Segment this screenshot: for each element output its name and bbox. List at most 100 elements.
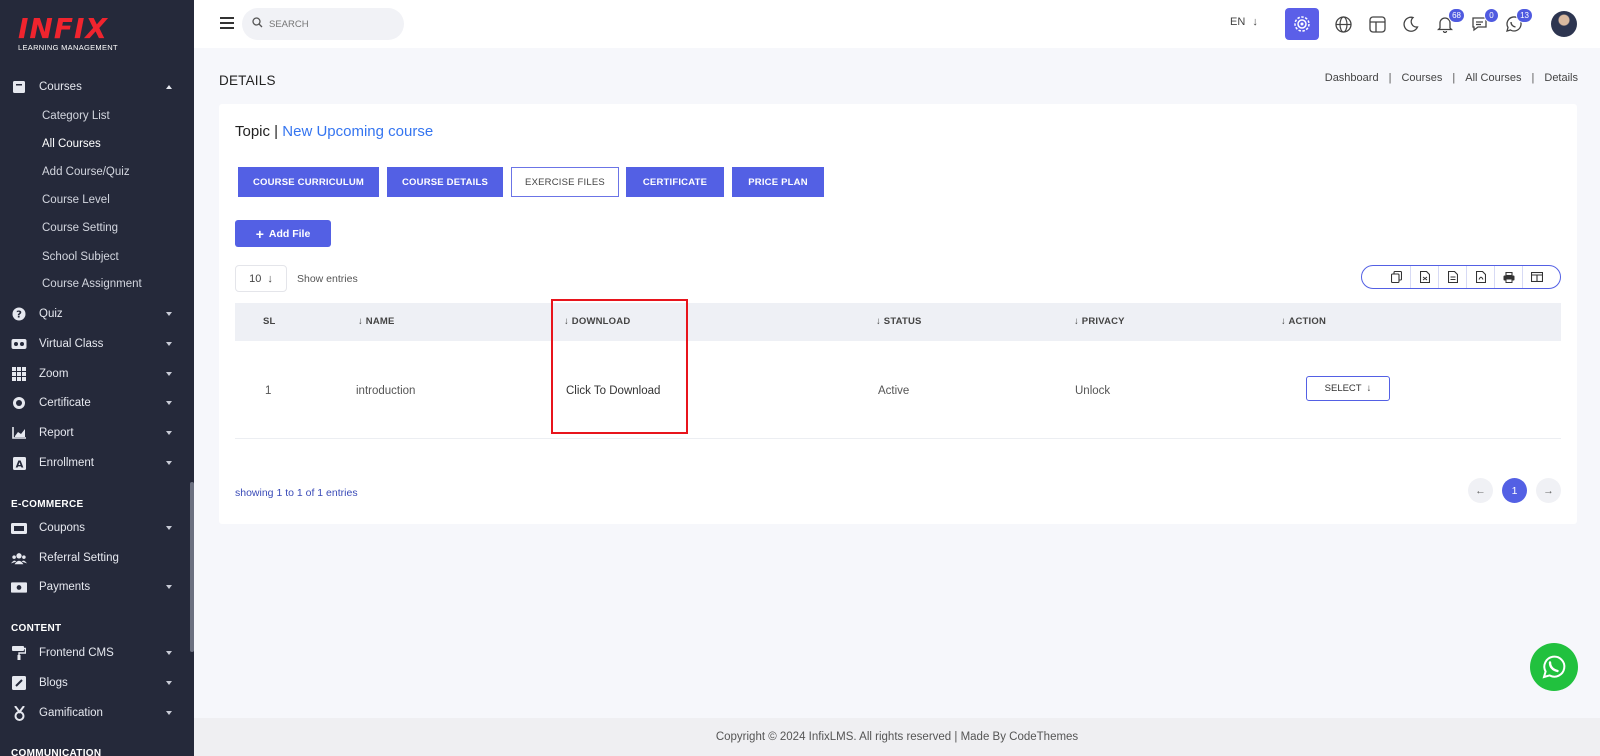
sidebar-sub-item-school-subject[interactable]: School Subject bbox=[42, 247, 119, 267]
paint-roller-icon bbox=[11, 645, 27, 661]
add-file-button[interactable]: + Add File bbox=[235, 220, 331, 247]
caret-down-icon bbox=[166, 372, 172, 376]
language-label: EN bbox=[1230, 16, 1246, 28]
excel-icon[interactable] bbox=[1438, 266, 1466, 288]
tab-course-details[interactable]: COURSE DETAILS bbox=[387, 167, 503, 197]
svg-text:A: A bbox=[15, 459, 23, 470]
section-title-communication: COMMUNICATION bbox=[11, 748, 102, 756]
export-buttons bbox=[1361, 265, 1561, 289]
sidebar-item-label: Zoom bbox=[39, 368, 69, 380]
page-title: DETAILS bbox=[219, 73, 276, 88]
whatsapp-floating-button[interactable] bbox=[1530, 643, 1578, 691]
column-header-privacy[interactable]: ↓ PRIVACY bbox=[1074, 316, 1125, 327]
sidebar-item-frontend-cms[interactable]: Frontend CMS bbox=[0, 640, 190, 666]
pagination-info: showing 1 to 1 of 1 entries bbox=[235, 487, 358, 499]
sidebar-item-enrollment[interactable]: A Enrollment bbox=[0, 450, 190, 476]
table-header: SL ↓ NAME ↓ DOWNLOAD ↓ STATUS ↓ PRIVACY … bbox=[235, 303, 1561, 341]
sidebar-sub-item-category-list[interactable]: Category List bbox=[42, 106, 110, 126]
sidebar-item-zoom[interactable]: Zoom bbox=[0, 361, 190, 387]
bell-icon[interactable]: 68 bbox=[1434, 8, 1465, 35]
pdf-icon[interactable] bbox=[1466, 266, 1494, 288]
svg-text:?: ? bbox=[16, 310, 22, 321]
breadcrumb-dashboard[interactable]: Dashboard bbox=[1325, 72, 1379, 84]
arrow-down-icon: ↓ bbox=[1366, 383, 1372, 394]
plus-icon: + bbox=[255, 225, 264, 242]
layout-icon[interactable] bbox=[1366, 13, 1388, 35]
tab-course-curriculum[interactable]: COURSE CURRICULUM bbox=[238, 167, 379, 197]
columns-icon[interactable] bbox=[1522, 266, 1550, 288]
caret-down-icon bbox=[166, 711, 172, 715]
moon-icon[interactable] bbox=[1400, 13, 1422, 35]
breadcrumb-separator: | bbox=[1531, 72, 1535, 84]
logo[interactable]: INFIX LEARNING MANAGEMENT bbox=[18, 14, 138, 56]
sidebar-item-payments[interactable]: Payments bbox=[0, 574, 190, 600]
logo-subtitle: LEARNING MANAGEMENT bbox=[18, 43, 118, 52]
details-card: Topic | New Upcoming course COURSE CURRI… bbox=[219, 104, 1577, 524]
sidebar-item-label: Certificate bbox=[39, 397, 91, 409]
page-button-current[interactable]: 1 bbox=[1502, 478, 1527, 503]
topic-link[interactable]: New Upcoming course bbox=[282, 123, 433, 140]
sidebar-item-label: Courses bbox=[39, 81, 82, 93]
caret-up-icon bbox=[166, 85, 172, 89]
copy-icon[interactable] bbox=[1382, 266, 1410, 288]
caret-down-icon bbox=[166, 342, 172, 346]
cell-privacy: Unlock bbox=[1075, 385, 1111, 397]
arrow-down-icon: ↓ bbox=[876, 316, 884, 327]
language-selector[interactable]: EN ↓ bbox=[1230, 16, 1258, 28]
tab-exercise-files[interactable]: EXERCISE FILES bbox=[511, 167, 619, 197]
settings-icon[interactable] bbox=[1285, 8, 1319, 40]
breadcrumb-all-courses[interactable]: All Courses bbox=[1465, 72, 1521, 84]
messages-badge: 0 bbox=[1484, 8, 1499, 23]
hamburger-menu-icon[interactable] bbox=[220, 17, 234, 29]
prev-page-button[interactable]: ← bbox=[1468, 478, 1493, 503]
column-header-status[interactable]: ↓ STATUS bbox=[876, 316, 922, 327]
entries-select[interactable]: 10 ↓ bbox=[235, 265, 287, 292]
arrow-down-icon: ↓ bbox=[1074, 316, 1082, 327]
sidebar-item-coupons[interactable]: Coupons bbox=[0, 515, 190, 541]
chart-icon bbox=[11, 425, 27, 441]
globe-icon[interactable] bbox=[1332, 13, 1354, 35]
sidebar-item-virtual-class[interactable]: Virtual Class bbox=[0, 331, 190, 357]
column-header-action[interactable]: ↓ ACTION bbox=[1281, 316, 1326, 327]
column-header-name[interactable]: ↓ NAME bbox=[358, 316, 395, 327]
search-box[interactable] bbox=[242, 8, 404, 40]
sidebar-sub-item-course-level[interactable]: Course Level bbox=[42, 190, 110, 210]
notifications-badge: 68 bbox=[1448, 8, 1465, 23]
coupon-icon bbox=[11, 520, 27, 536]
sidebar-item-certificate[interactable]: Certificate bbox=[0, 390, 190, 416]
sidebar-item-referral-setting[interactable]: Referral Setting bbox=[0, 545, 190, 571]
sidebar-item-courses[interactable]: Courses bbox=[0, 74, 190, 100]
search-input[interactable] bbox=[269, 18, 389, 30]
message-icon[interactable]: 0 bbox=[1468, 8, 1499, 35]
arrow-down-icon: ↓ bbox=[267, 272, 273, 285]
tab-certificate[interactable]: CERTIFICATE bbox=[626, 167, 724, 197]
sidebar-item-label: Coupons bbox=[39, 522, 86, 534]
sidebar-sub-item-all-courses[interactable]: All Courses bbox=[42, 134, 101, 154]
caret-down-icon bbox=[166, 651, 172, 655]
tab-price-plan[interactable]: PRICE PLAN bbox=[732, 167, 824, 197]
caret-down-icon bbox=[166, 526, 172, 530]
next-page-button[interactable]: → bbox=[1536, 478, 1561, 503]
avatar[interactable] bbox=[1551, 11, 1577, 37]
csv-icon[interactable] bbox=[1410, 266, 1438, 288]
sidebar-sub-item-course-setting[interactable]: Course Setting bbox=[42, 218, 118, 238]
add-file-label: Add File bbox=[268, 227, 311, 240]
sidebar-scrollbar[interactable] bbox=[190, 482, 194, 652]
table-row: 1 introduction Click To Download Active … bbox=[235, 341, 1561, 439]
sidebar-item-report[interactable]: Report bbox=[0, 420, 190, 446]
column-header-sl[interactable]: SL bbox=[263, 316, 276, 327]
sidebar-item-blogs[interactable]: Blogs bbox=[0, 670, 190, 696]
sidebar: INFIX LEARNING MANAGEMENT Courses Catego… bbox=[0, 0, 194, 756]
breadcrumb-details: Details bbox=[1544, 72, 1578, 84]
whatsapp-icon bbox=[1542, 655, 1566, 679]
sidebar-item-gamification[interactable]: Gamification bbox=[0, 700, 190, 726]
sidebar-item-quiz[interactable]: ? Quiz bbox=[0, 301, 190, 327]
whatsapp-chat-icon[interactable]: 13 bbox=[1502, 8, 1533, 35]
print-icon[interactable] bbox=[1494, 266, 1522, 288]
breadcrumb-courses[interactable]: Courses bbox=[1401, 72, 1442, 84]
select-action-button[interactable]: SELECT ↓ bbox=[1306, 376, 1390, 401]
sidebar-sub-item-add-course[interactable]: Add Course/Quiz bbox=[42, 162, 130, 182]
logo-text: INFIX bbox=[18, 12, 108, 45]
sidebar-sub-item-course-assignment[interactable]: Course Assignment bbox=[42, 274, 142, 294]
cell-name: introduction bbox=[356, 385, 416, 397]
